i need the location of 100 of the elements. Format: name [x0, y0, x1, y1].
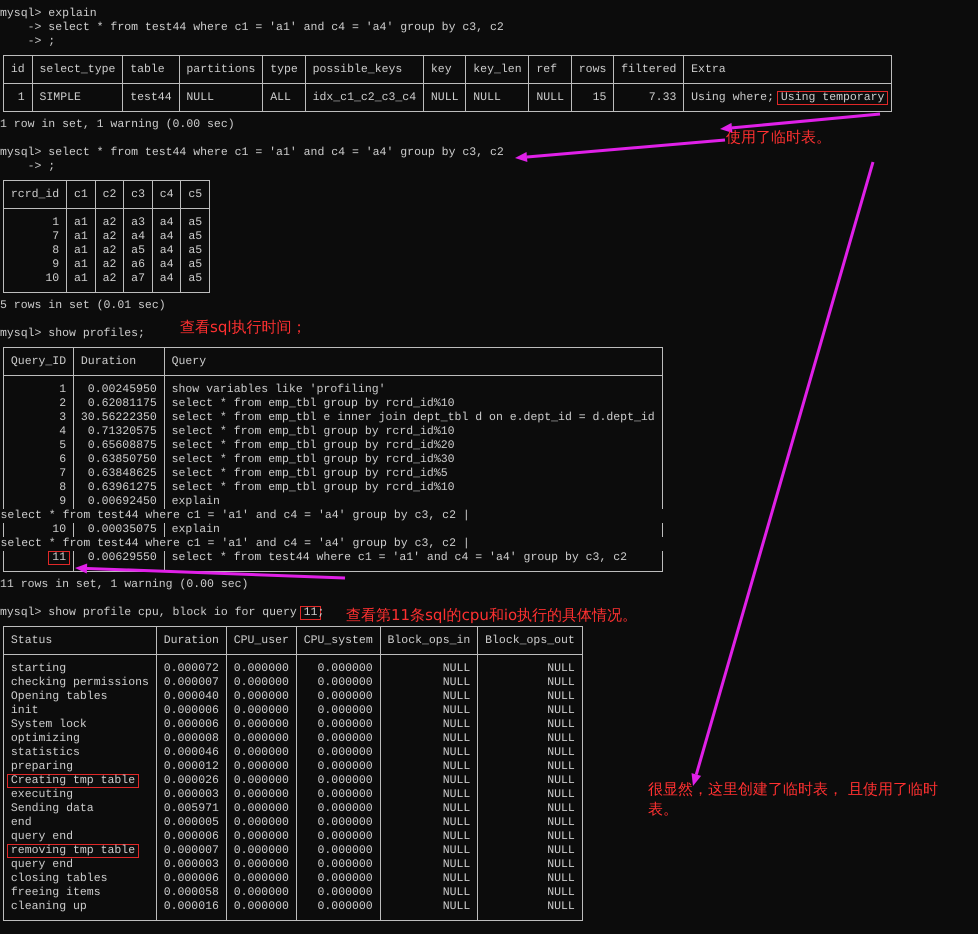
table-cell: 0.000000: [234, 676, 289, 689]
table-cell: a4: [160, 244, 174, 257]
column-header: c2: [95, 180, 124, 208]
table-cell: SIMPLE: [39, 91, 81, 104]
column-header: c1: [66, 180, 96, 208]
annotation-text: 查看sql执行时间；: [180, 317, 307, 337]
table-cell: 0.000000: [318, 704, 373, 717]
table-cell: 0.63848625: [88, 467, 157, 480]
table-cell: NULL: [547, 732, 575, 745]
table-cell: NULL: [536, 91, 564, 104]
table-cell: NULL: [442, 872, 470, 885]
column-header: Block_ops_out: [478, 626, 582, 654]
terminal-text: ;: [317, 606, 324, 619]
column-header: Query: [164, 348, 662, 376]
table-cell: 0.63850750: [88, 453, 157, 466]
table-cell: NULL: [547, 788, 575, 801]
table-cell: NULL: [547, 900, 575, 913]
table-cell: a5: [188, 216, 202, 229]
column-header: c5: [180, 180, 210, 208]
column-header: ref: [528, 56, 572, 84]
table-cell: 0.000000: [234, 802, 289, 815]
table-cell: a5: [188, 230, 202, 243]
column-header: id: [4, 56, 32, 84]
column-header: select_type: [32, 56, 123, 84]
table-cell: 1: [52, 216, 60, 229]
table-cell: 0.000016: [164, 900, 219, 913]
table-cell: a4: [160, 272, 174, 285]
column-header: Block_ops_in: [380, 626, 478, 654]
table-cell: 0.000000: [234, 816, 289, 829]
terminal-line: 11 rows in set, 1 warning (0.00 sec): [0, 578, 248, 592]
table-cell: a5: [131, 244, 145, 257]
table-cell: Opening tables: [10, 690, 108, 703]
table-cell: NULL: [442, 830, 470, 843]
annotation-text: 查看第11条sql的cpu和io执行的具体情况。: [346, 605, 638, 625]
table-cell: 9: [59, 495, 66, 508]
column-header: c3: [124, 180, 152, 208]
table-cell: checking permissions: [10, 676, 149, 689]
table-cell: select * from emp_tbl group by rcrd_id%10: [172, 397, 455, 410]
table-cell: NULL: [442, 844, 470, 857]
table-cell: select * from emp_tbl group by rcrd_id%10: [172, 481, 455, 494]
table-cell: NULL: [547, 816, 575, 829]
table-cell: NULL: [547, 676, 575, 689]
table-cell: 7: [52, 230, 60, 243]
table-cell: 0.000040: [164, 690, 219, 703]
table-cell: select * from emp_tbl e inner join dept_tbl d on e.dept_id = d.dept_id: [172, 411, 655, 424]
table-cell: NULL: [547, 872, 575, 885]
highlighted-text: Using temporary: [776, 91, 888, 105]
table-cell: 0.000003: [164, 788, 219, 801]
terminal-line: mysql> show profiles;: [0, 327, 145, 341]
annotation-text: 使用了临时表。: [726, 127, 831, 147]
table-cell: 10: [45, 272, 60, 285]
column-header: Status: [4, 626, 156, 654]
table-cell: 0.000000: [234, 886, 289, 899]
table-cell: preparing: [10, 760, 74, 773]
column-header: table: [122, 56, 179, 84]
table-cell: 0.000000: [318, 886, 373, 899]
cell-text: Using where;: [691, 91, 774, 104]
table-cell: NULL: [547, 858, 575, 871]
table-cell: 7: [59, 467, 66, 480]
table-cell: NULL: [547, 802, 575, 815]
table-cell: 8: [59, 481, 66, 494]
table-cell: init: [10, 704, 38, 717]
table-cell: NULL: [442, 662, 470, 675]
table-cell: 0.00629550: [88, 551, 157, 564]
column-header: key_len: [466, 56, 529, 84]
column-header: CPU_user: [226, 626, 296, 654]
table-cell: a4: [131, 230, 145, 243]
table-cell: NULL: [442, 676, 470, 689]
terminal-line: -> select * from test44 where c1 = 'a1' and c4 = 'a4' group by c3, c2: [26, 21, 504, 35]
terminal-line: -> ;: [26, 35, 56, 49]
table-cell: 0.000000: [318, 676, 373, 689]
table-cell: 2: [59, 397, 66, 410]
table-cell: NULL: [442, 760, 470, 773]
table-cell: 0.000000: [234, 704, 289, 717]
table-cell: 0.000026: [164, 774, 219, 787]
table-cell: 0.000008: [164, 732, 219, 745]
table-cell: select * from emp_tbl group by rcrd_id%5: [172, 467, 448, 480]
table-cell: 0.000000: [234, 788, 289, 801]
table-cell: a2: [102, 216, 116, 229]
table-cell: explain: [172, 523, 220, 536]
table-cell: 0.000000: [234, 858, 289, 871]
table-cell: 0.000046: [164, 746, 219, 759]
table-cell: 0.000000: [318, 872, 373, 885]
column-header: Duration: [156, 626, 226, 654]
table-cell: NULL: [547, 718, 575, 731]
terminal-line: 1 row in set, 1 warning (0.00 sec): [0, 118, 235, 132]
column-header: filtered: [614, 56, 684, 84]
table-cell: NULL: [547, 704, 575, 717]
table-cell: 0.000000: [234, 718, 289, 731]
table-cell: end: [10, 816, 32, 829]
table-cell: 0.000006: [164, 704, 219, 717]
table-cell: 0.000072: [164, 662, 219, 675]
table-cell: a1: [74, 244, 88, 257]
table-cell: 0.000000: [318, 802, 373, 815]
table-cell: closing tables: [10, 872, 108, 885]
table-cell: statistics: [10, 746, 80, 759]
table-cell: 3: [59, 411, 66, 424]
table-cell: a1: [74, 272, 88, 285]
table-cell: 0.000000: [234, 662, 289, 675]
table-cell: 0.000000: [318, 858, 373, 871]
